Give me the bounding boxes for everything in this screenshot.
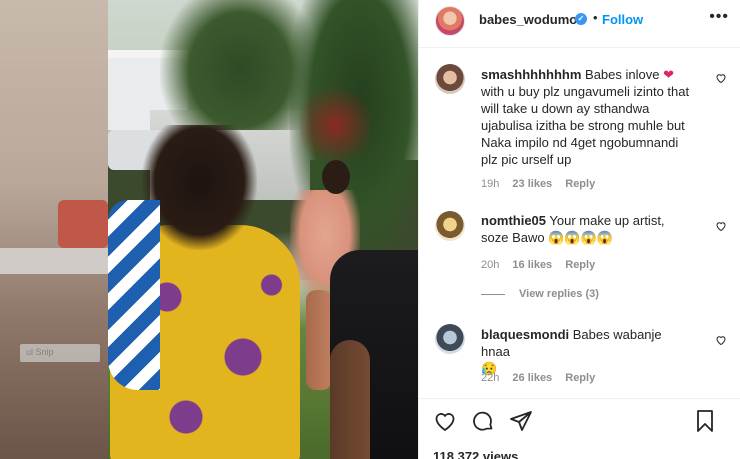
post-action-bar xyxy=(419,398,740,432)
background-object xyxy=(58,200,108,248)
comment-text: smashhhhhhhm Babes inlove ❤ with u buy p… xyxy=(481,66,691,168)
commenter-avatar[interactable] xyxy=(435,324,465,354)
author-username[interactable]: babes_wodumo xyxy=(479,12,577,27)
blurred-background-left: ul Snip xyxy=(0,0,108,459)
comment-meta: 19h 23 likes Reply xyxy=(481,178,605,190)
snip-watermark: ul Snip xyxy=(20,344,100,362)
separator-dot: • xyxy=(593,10,598,25)
verified-badge-icon: ✓ xyxy=(575,13,587,25)
replies-divider-line xyxy=(481,293,505,295)
reply-button[interactable]: Reply xyxy=(565,259,595,271)
reply-button[interactable]: Reply xyxy=(565,372,595,384)
comment-text: blaquesmondi Babes wabanje hnaa 😥 xyxy=(481,326,691,377)
paper-plane-icon[interactable] xyxy=(509,409,533,433)
striped-sleeve xyxy=(108,200,160,390)
comment-time: 22h xyxy=(481,372,500,384)
man-arm xyxy=(330,340,370,459)
comment-time: 20h xyxy=(481,259,500,271)
more-options-icon[interactable]: ••• xyxy=(709,8,729,26)
view-count[interactable]: 118,372 views xyxy=(433,449,518,459)
commenter-avatar[interactable] xyxy=(435,211,465,241)
red-foliage xyxy=(300,80,370,170)
comment-username[interactable]: blaquesmondi xyxy=(481,327,569,342)
bookmark-icon[interactable] xyxy=(693,409,717,433)
comment-likes[interactable]: 23 likes xyxy=(512,178,552,190)
comment-text: nomthie05 Your make up artist, soze Bawo… xyxy=(481,212,691,246)
comment-body: Babes inlove xyxy=(585,67,660,82)
post-header: babes_wodumo ✓ • Follow ••• xyxy=(419,0,740,48)
heart-outline-icon[interactable] xyxy=(433,409,457,433)
comment-username[interactable]: nomthie05 xyxy=(481,213,546,228)
comment-body-continued: with u buy plz ungavumeli izinto that wi… xyxy=(481,84,690,167)
comment-likes[interactable]: 16 likes xyxy=(512,259,552,271)
post-video[interactable]: ul Snip xyxy=(0,0,418,459)
author-avatar[interactable] xyxy=(435,6,465,36)
comment-likes[interactable]: 26 likes xyxy=(512,372,552,384)
comment-meta: 22h 26 likes Reply xyxy=(481,372,605,384)
reply-button[interactable]: Reply xyxy=(565,178,595,190)
view-replies-button[interactable]: View replies (3) xyxy=(481,288,599,300)
red-heart-emoji: ❤ xyxy=(663,67,675,82)
comment-bubble-icon[interactable] xyxy=(471,409,495,433)
post-side-panel: babes_wodumo ✓ • Follow ••• smashhhhhhhm… xyxy=(418,0,740,459)
woman-head xyxy=(322,160,350,194)
background-strip xyxy=(0,248,108,274)
like-comment-icon[interactable] xyxy=(715,72,727,84)
commenter-avatar[interactable] xyxy=(435,64,465,94)
screaming-face-emojis: 😱😱😱😱 xyxy=(548,230,613,245)
like-comment-icon[interactable] xyxy=(715,220,727,232)
view-replies-label: View replies (3) xyxy=(519,288,599,300)
comment-username[interactable]: smashhhhhhhm xyxy=(481,67,581,82)
like-comment-icon[interactable] xyxy=(715,334,727,346)
comment-time: 19h xyxy=(481,178,500,190)
woman-legs xyxy=(306,290,332,390)
follow-button[interactable]: Follow xyxy=(602,12,643,27)
comment-meta: 20h 16 likes Reply xyxy=(481,259,605,271)
